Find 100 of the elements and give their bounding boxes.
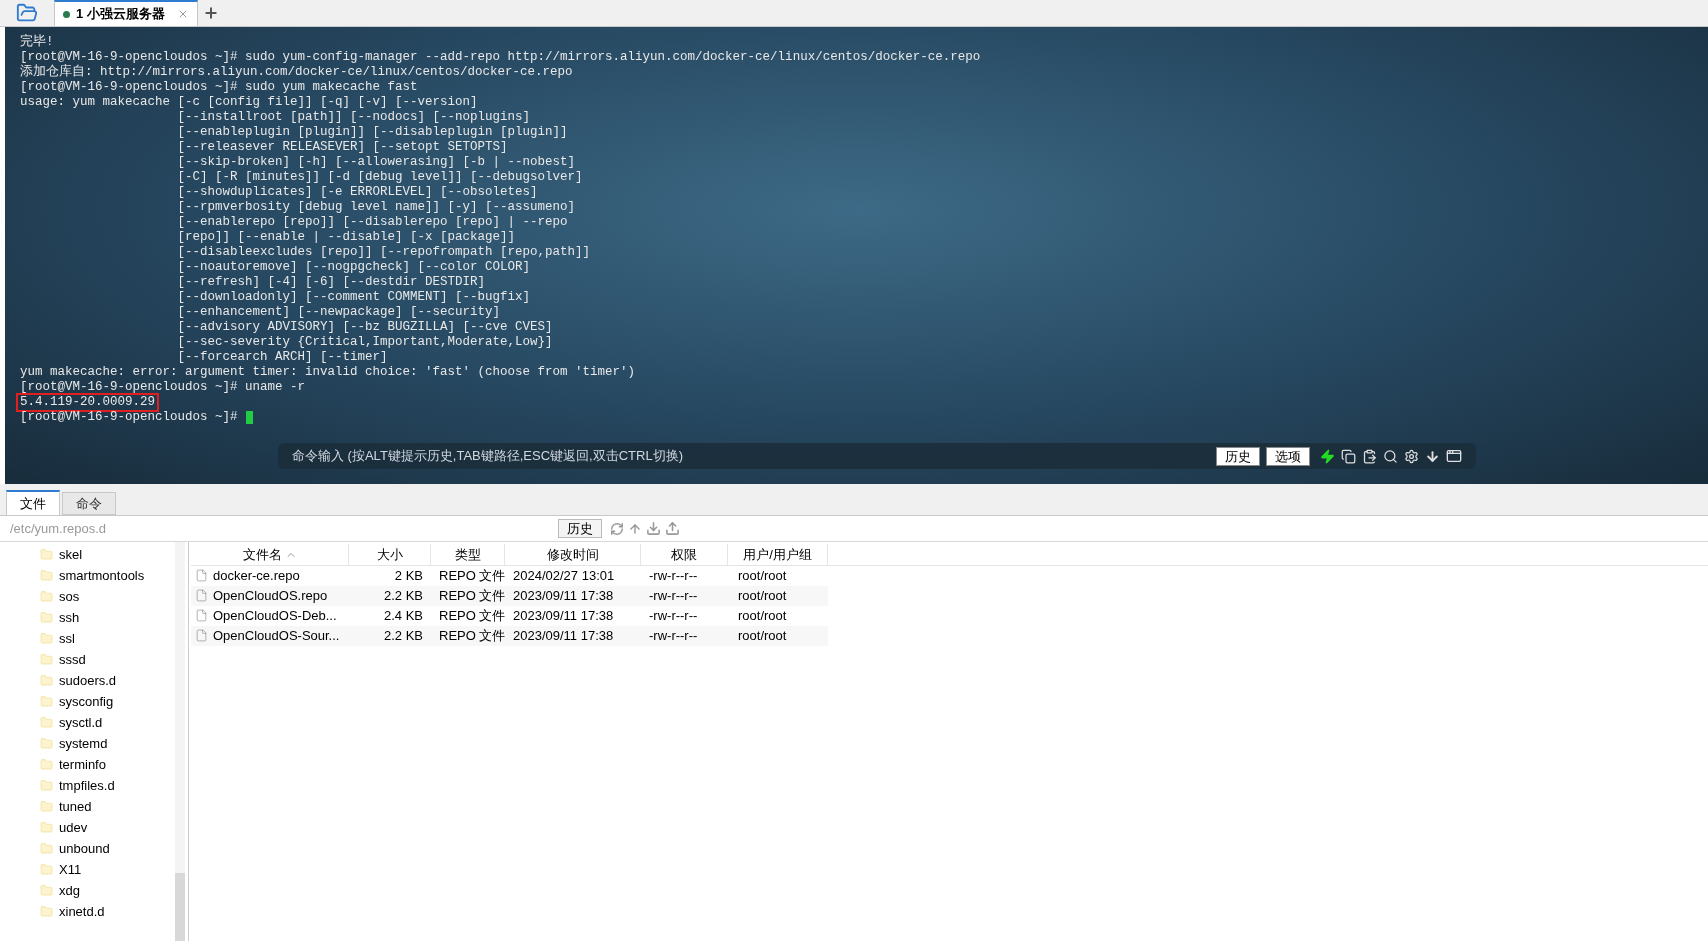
folder-tree-item[interactable]: sysconfig: [40, 691, 175, 712]
folder-icon: [40, 652, 53, 667]
terminal-line: [--noautoremove] [--nogpgcheck] [--color COLOR]: [176, 260, 531, 275]
table-cell: 2023/09/11 17:38: [513, 628, 614, 644]
folder-tree-item[interactable]: smartmontools: [40, 565, 175, 586]
folder-tree-item[interactable]: ssl: [40, 628, 175, 649]
command-bar-button[interactable]: 历史: [1216, 446, 1260, 466]
folder-icon: [40, 841, 53, 856]
folder-tree-item[interactable]: sysctl.d: [40, 712, 175, 733]
terminal-line: [root@VM-16-9-opencloudos ~]# sudo yum makecache fast: [20, 80, 418, 95]
session-tab[interactable]: 1 小强云服务器: [54, 0, 198, 26]
folder-icon: [40, 736, 53, 751]
table-cell: -rw-r--r--: [649, 628, 698, 644]
folder-icon: [40, 862, 53, 877]
folder-icon[interactable]: [16, 2, 38, 24]
folder-tree-item[interactable]: sudoers.d: [40, 670, 175, 691]
terminal-line: [--skip-broken] [-h] [--allowerasing] [-b | --nobest]: [176, 155, 576, 170]
folder-tree-item[interactable]: terminfo: [40, 754, 175, 775]
folder-icon: [40, 715, 53, 730]
table-cell[interactable]: docker-ce.repo: [213, 568, 300, 584]
table-cell: REPO 文件: [439, 628, 506, 644]
terminal-line: [--enableplugin [plugin]] [--disableplugin [plugin]]: [176, 125, 568, 140]
folder-tree-item[interactable]: systemd: [40, 733, 175, 754]
file-icon: [195, 568, 208, 584]
table-cell: root/root: [738, 628, 787, 644]
column-header[interactable]: 大小: [349, 544, 431, 565]
folder-tree-item[interactable]: X11: [40, 859, 175, 880]
terminal-panel[interactable]: [5, 27, 1708, 484]
folder-icon: [40, 883, 53, 898]
folder-icon: [40, 673, 53, 688]
terminal-line: [--forcearch ARCH] [--timer]: [176, 350, 388, 365]
terminal-line: [root@VM-16-9-opencloudos ~]# uname -r: [20, 380, 306, 395]
table-cell[interactable]: OpenCloudOS-Deb...: [213, 608, 337, 624]
copy-icon[interactable]: [1341, 448, 1356, 464]
terminal-line: [repo]] [--enable | --disable] [-x [package]]: [176, 230, 516, 245]
terminal-line: [--showduplicates] [-e ERRORLEVEL] [--obsoletes]: [176, 185, 538, 200]
cursor-icon: [245, 411, 253, 424]
terminal-line: [--disableexcludes [repo]] [--repofrompath [repo,path]]: [176, 245, 591, 260]
folder-icon: [40, 757, 53, 772]
terminal-line: [-C] [-R [minutes]] [-d [debug level]] [--debugsolver]: [176, 170, 583, 185]
settings-icon[interactable]: [1404, 448, 1419, 464]
folder-icon: [40, 568, 53, 583]
column-header[interactable]: 修改时间: [505, 544, 641, 565]
table-cell: root/root: [738, 568, 787, 584]
command-input-field[interactable]: 命令输入 (按ALT键提示历史,TAB键路径,ESC键返回,双击CTRL切换): [292, 446, 1216, 466]
window-icon[interactable]: [1446, 448, 1462, 464]
terminal-line: [--sec-severity {Critical,Important,Moderate,Low}]: [176, 335, 553, 350]
table-cell: 2.2 KB: [383, 588, 423, 604]
arrow-down-icon[interactable]: [1425, 448, 1440, 464]
table-cell: root/root: [738, 588, 787, 604]
terminal-line: yum makecache: error: argument timer: invalid choice: 'fast' (choose from 'timer'): [20, 365, 636, 380]
table-cell: 2023/09/11 17:38: [513, 608, 614, 624]
column-header[interactable]: 用户/用户组: [728, 544, 828, 565]
folder-tree-item[interactable]: udev: [40, 817, 175, 838]
table-cell: REPO 文件: [439, 568, 506, 584]
add-tab-icon[interactable]: [202, 5, 219, 21]
paste-icon[interactable]: [1362, 448, 1377, 464]
lightning-icon[interactable]: [1320, 448, 1335, 464]
command-bar-button[interactable]: 选项: [1266, 446, 1310, 466]
folder-icon: [40, 547, 53, 562]
terminal-line: usage: yum makecache [-c [config file]] [-q] [-v] [--version]: [20, 95, 478, 110]
file-icon: [195, 628, 208, 644]
download-icon[interactable]: [646, 521, 661, 536]
table-cell: 2024/02/27 13:01: [513, 568, 615, 584]
table-cell: 2 KB: [394, 568, 423, 584]
terminal-line: [--downloadonly] [--comment COMMENT] [--bugfix]: [176, 290, 531, 305]
folder-tree-item[interactable]: sos: [40, 586, 175, 607]
history-button[interactable]: 历史: [558, 519, 602, 538]
table-cell: REPO 文件: [439, 588, 506, 604]
folder-tree-item[interactable]: tmpfiles.d: [40, 775, 175, 796]
search-icon[interactable]: [1383, 448, 1398, 464]
folder-icon: [40, 820, 53, 835]
table-cell: root/root: [738, 608, 787, 624]
folder-icon: [40, 778, 53, 793]
folder-tree-item[interactable]: tuned: [40, 796, 175, 817]
folder-icon: [40, 610, 53, 625]
file-icon: [195, 588, 208, 604]
column-header[interactable]: 权限: [641, 544, 728, 565]
scrollbar-track[interactable]: [175, 542, 185, 941]
folder-tree-item[interactable]: unbound: [40, 838, 175, 859]
table-cell[interactable]: OpenCloudOS.repo: [213, 588, 328, 604]
terminal-line: [--refresh] [-4] [-6] [--destdir DESTDIR]: [176, 275, 486, 290]
folder-tree-item[interactable]: ssh: [40, 607, 175, 628]
table-cell: 2023/09/11 17:38: [513, 588, 614, 604]
panel-tab[interactable]: 命令: [62, 492, 116, 515]
table-cell[interactable]: OpenCloudOS-Sour...: [213, 628, 340, 644]
folder-tree-item[interactable]: skel: [40, 544, 175, 565]
table-cell: -rw-r--r--: [649, 588, 698, 604]
table-cell: 2.2 KB: [383, 628, 423, 644]
scrollbar-thumb[interactable]: [175, 873, 185, 941]
column-header[interactable]: 文件名: [191, 544, 349, 565]
folder-tree-item[interactable]: xinetd.d: [40, 901, 175, 922]
refresh-icon[interactable]: [610, 521, 624, 536]
terminal-line: [--releasever RELEASEVER] [--setopt SETOPTS]: [176, 140, 508, 155]
upload-icon[interactable]: [665, 521, 680, 536]
column-header[interactable]: 类型: [431, 544, 505, 565]
folder-tree-item[interactable]: xdg: [40, 880, 175, 901]
folder-tree-item[interactable]: sssd: [40, 649, 175, 670]
panel-tab[interactable]: 文件: [6, 490, 60, 515]
table-cell: -rw-r--r--: [649, 568, 698, 584]
